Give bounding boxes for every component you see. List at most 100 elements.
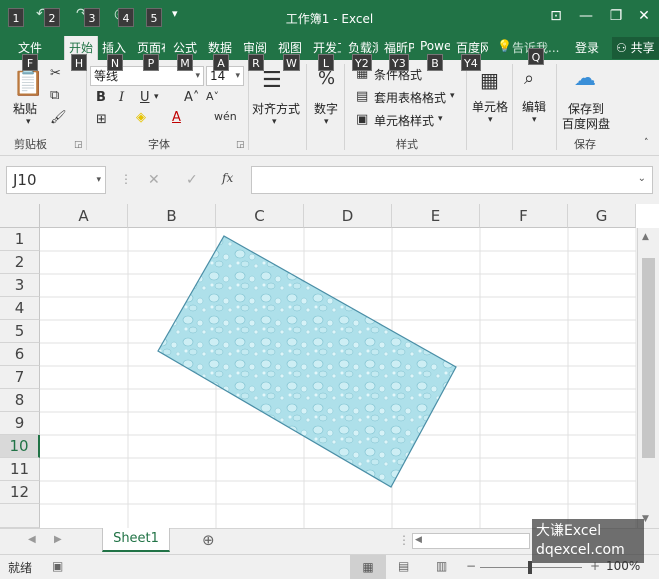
table-format-dropdown-icon[interactable]: ▾ <box>450 91 455 101</box>
chevron-down-icon: ▾ <box>195 71 200 81</box>
name-box-value: J10 <box>13 171 37 189</box>
normal-view-icon[interactable]: ▦ <box>350 555 386 579</box>
font-group-label: 字体 <box>148 138 170 151</box>
bold-icon[interactable]: B <box>96 90 106 105</box>
cells-dropdown-icon[interactable]: ▾ <box>488 115 493 125</box>
cells-button[interactable]: 单元格 <box>472 98 508 115</box>
paste-icon[interactable]: 📋 <box>12 68 44 98</box>
underline-dropdown-icon[interactable]: ▾ <box>154 92 159 102</box>
cell-styles-icon[interactable]: ▣ <box>356 112 368 127</box>
separator <box>556 64 557 150</box>
editing-dropdown-icon[interactable]: ▾ <box>532 115 537 125</box>
alignment-button[interactable]: 对齐方式 <box>252 100 300 117</box>
page-break-view-icon[interactable]: ▥ <box>436 559 447 573</box>
separator <box>306 64 307 150</box>
scroll-left-icon[interactable]: ◀ <box>415 535 422 545</box>
water-drop-shape[interactable] <box>0 204 659 528</box>
separator <box>466 64 467 150</box>
minimize-icon[interactable]: — <box>576 6 596 26</box>
keytip-insert: N <box>107 54 123 71</box>
prev-sheet-icon[interactable]: ◀ <box>28 534 36 545</box>
number-button[interactable]: 数字 <box>314 100 338 117</box>
login-link[interactable]: 登录 <box>575 39 599 56</box>
keytip-formulas: M <box>177 54 193 71</box>
vertical-scroll-thumb[interactable] <box>642 258 655 458</box>
keytip-file: F <box>22 54 38 71</box>
status-ready: 就绪 <box>8 561 33 575</box>
zoom-out-icon[interactable]: − <box>466 559 476 573</box>
keytip-page-layout: P <box>143 54 159 71</box>
keytip-developer: L <box>318 54 334 71</box>
vertical-scrollbar[interactable]: ▲ ▼ <box>637 228 659 528</box>
fill-color-icon[interactable]: ◈ <box>136 110 146 125</box>
chevron-down-icon: ▾ <box>235 71 240 81</box>
watermark-line1: 大谦Excel <box>536 523 602 539</box>
restore-icon[interactable]: ❐ <box>606 6 626 26</box>
tab-power-pivot[interactable]: Power Pivot <box>420 39 450 53</box>
italic-icon[interactable]: I <box>119 90 124 105</box>
paste-dropdown-icon[interactable]: ▾ <box>26 117 31 127</box>
number-dropdown-icon[interactable]: ▾ <box>324 117 329 127</box>
share-label: 共享 <box>630 41 655 55</box>
enter-icon[interactable]: ✓ <box>186 172 198 188</box>
close-icon[interactable]: ✕ <box>634 6 654 26</box>
alignment-dropdown-icon[interactable]: ▾ <box>272 117 277 127</box>
editing-button[interactable]: 编辑 <box>522 98 546 115</box>
worksheet-grid[interactable]: A B C D E F G 1 2 3 4 5 6 7 8 9 10 11 12… <box>0 204 659 528</box>
expand-formula-icon[interactable]: ⌄ <box>638 173 646 184</box>
sheet-tab-sheet1[interactable]: Sheet1 <box>102 528 170 552</box>
title-bar: 1 ↶ 2 ↷ 3 ◎ 4 5 ▾ 工作簿1 - Excel ⊡ — ❐ ✕ <box>0 0 659 34</box>
clipboard-group-label: 剪贴板 <box>14 138 47 151</box>
paste-button[interactable]: 粘贴 <box>13 100 37 117</box>
ribbon-home: 📋 粘贴 ▾ ✂ ⧉ 🖌 剪贴板 ◲ 等线 ▾ 14 ▾ B I U ▾ A˄ … <box>0 60 659 156</box>
ribbon-display-icon[interactable]: ⊡ <box>546 6 566 26</box>
next-sheet-icon[interactable]: ▶ <box>54 534 62 545</box>
font-launcher-icon[interactable]: ◲ <box>236 140 245 150</box>
separator <box>512 64 513 150</box>
name-box[interactable]: J10 ▾ <box>6 166 106 194</box>
keytip-foxit-pdf: Y3 <box>389 54 409 71</box>
add-sheet-button[interactable]: ⊕ <box>202 531 215 549</box>
macro-record-icon[interactable]: ▣ <box>52 559 63 573</box>
keytip-home: H <box>71 54 87 71</box>
scroll-up-icon[interactable]: ▲ <box>642 232 649 242</box>
cell-styles-button[interactable]: 单元格样式 <box>374 112 434 129</box>
chevron-down-icon[interactable]: ▾ <box>96 167 101 193</box>
border-icon[interactable]: ⊞ <box>96 112 107 127</box>
styles-group-label: 样式 <box>396 138 418 151</box>
lightbulb-icon: 💡 <box>497 39 512 53</box>
increase-font-icon[interactable]: A˄ <box>184 90 199 105</box>
baidu-pan-label[interactable]: 百度网盘 <box>562 115 610 132</box>
tab-split-grip-icon[interactable]: ⋮ <box>398 533 410 547</box>
zoom-slider[interactable] <box>480 561 582 574</box>
align-icon[interactable]: ☰ <box>262 68 282 93</box>
cell-styles-dropdown-icon[interactable]: ▾ <box>438 114 443 124</box>
clipboard-launcher-icon[interactable]: ◲ <box>74 140 83 150</box>
font-color-icon[interactable]: A <box>172 110 181 125</box>
horizontal-scrollbar[interactable]: ◀ <box>412 533 530 549</box>
underline-icon[interactable]: U <box>140 90 150 105</box>
person-icon: ⚇ <box>616 41 627 55</box>
baidu-pan-icon[interactable]: ☁ <box>574 66 596 91</box>
watermark: 大谦Excel dqexcel.com <box>532 519 644 563</box>
decrease-font-icon[interactable]: A˅ <box>206 90 219 103</box>
share-button[interactable]: ⚇ 共享 <box>612 37 659 59</box>
watermark-line2: dqexcel.com <box>536 542 625 558</box>
cut-icon[interactable]: ✂ <box>50 66 61 81</box>
page-layout-view-icon[interactable]: ▤ <box>398 559 409 573</box>
collapse-ribbon-icon[interactable]: ˄ <box>644 138 649 148</box>
search-icon[interactable]: ⌕ <box>524 68 534 89</box>
separator <box>344 64 345 150</box>
cancel-icon[interactable]: ✕ <box>148 172 160 188</box>
table-format-icon[interactable]: ▤ <box>356 89 368 104</box>
formula-input[interactable]: ⌄ <box>251 166 653 194</box>
insert-function-icon[interactable]: fx <box>222 171 233 185</box>
keytip-review: R <box>248 54 264 71</box>
format-painter-icon[interactable]: 🖌 <box>50 110 67 125</box>
keytip-baidu-pan: Y4 <box>461 54 481 71</box>
keytip-power-pivot: B <box>427 54 443 71</box>
table-format-button[interactable]: 套用表格格式 <box>374 89 446 106</box>
copy-icon[interactable]: ⧉ <box>50 88 59 103</box>
cells-icon[interactable]: ▦ <box>480 68 499 92</box>
phonetic-icon[interactable]: wén <box>214 110 237 123</box>
